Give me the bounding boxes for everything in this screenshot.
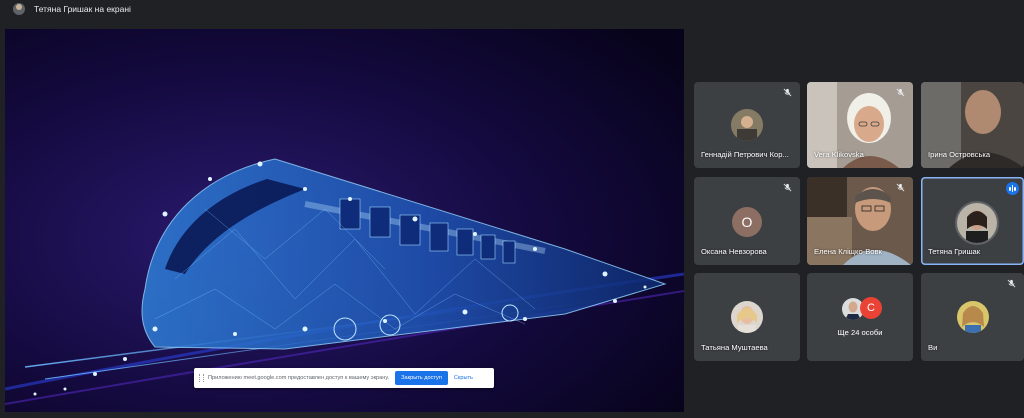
participant-name: Ви — [928, 343, 938, 352]
participant-tile[interactable]: Vera Klikovska — [807, 82, 913, 168]
screen-share-notification: Приложению meet.google.com предоставлен … — [194, 368, 494, 388]
participant-tile[interactable]: Татьяна Муштаева — [694, 273, 800, 361]
participant-tile[interactable]: Геннадій Петрович Кор... — [694, 82, 800, 168]
avatar — [957, 301, 989, 333]
presenter-label: Тетяна Гришак на екрані — [34, 4, 131, 14]
hide-notification-button[interactable]: Скрыть — [454, 375, 473, 381]
participant-name: Елена Кліщко-Вовк — [814, 247, 882, 256]
avatar-initial: О — [741, 214, 753, 230]
mic-off-icon — [896, 183, 905, 192]
participant-tile[interactable]: О Оксана Невзорова — [694, 177, 800, 265]
mic-off-icon — [783, 183, 792, 192]
avatar — [731, 109, 763, 141]
mic-off-icon — [783, 88, 792, 97]
share-notification-text: Приложению meet.google.com предоставлен … — [208, 375, 390, 381]
participant-tile-active-speaker[interactable]: Тетяна Гришак — [921, 177, 1024, 265]
mic-off-icon — [1007, 279, 1016, 288]
participant-name: Татьяна Муштаева — [701, 343, 768, 352]
more-participants-label: Ще 24 особи — [837, 328, 883, 337]
participant-name: Vera Klikovska — [814, 150, 864, 159]
participant-tile[interactable]: Елена Кліщко-Вовк — [807, 177, 913, 265]
more-participants-tile[interactable]: С Ще 24 особи — [807, 273, 913, 361]
screen-share-stage: Приложению meet.google.com предоставлен … — [5, 29, 684, 412]
avatar-initial: С — [867, 302, 875, 314]
self-tile[interactable]: Ви — [921, 273, 1024, 361]
presenter-avatar — [13, 3, 25, 15]
avatar-letter: С — [860, 297, 882, 319]
drag-handle[interactable] — [199, 374, 204, 382]
avatar — [731, 301, 763, 333]
audio-level-icon — [1006, 182, 1019, 195]
shared-screen-train-image — [5, 29, 684, 412]
participant-name: Тетяна Гришак — [928, 247, 981, 256]
participant-name: Геннадій Петрович Кор... — [701, 150, 789, 159]
top-bar: Тетяна Гришак на екрані — [0, 0, 1024, 18]
avatar: О — [732, 207, 762, 237]
stop-sharing-button[interactable]: Закрыть доступ — [395, 371, 448, 385]
participant-name: Ірина Островська — [928, 150, 991, 159]
participant-tile[interactable]: Ірина Островська — [921, 82, 1024, 168]
mic-off-icon — [896, 88, 905, 97]
avatar — [955, 201, 999, 245]
participant-name: Оксана Невзорова — [701, 247, 767, 256]
